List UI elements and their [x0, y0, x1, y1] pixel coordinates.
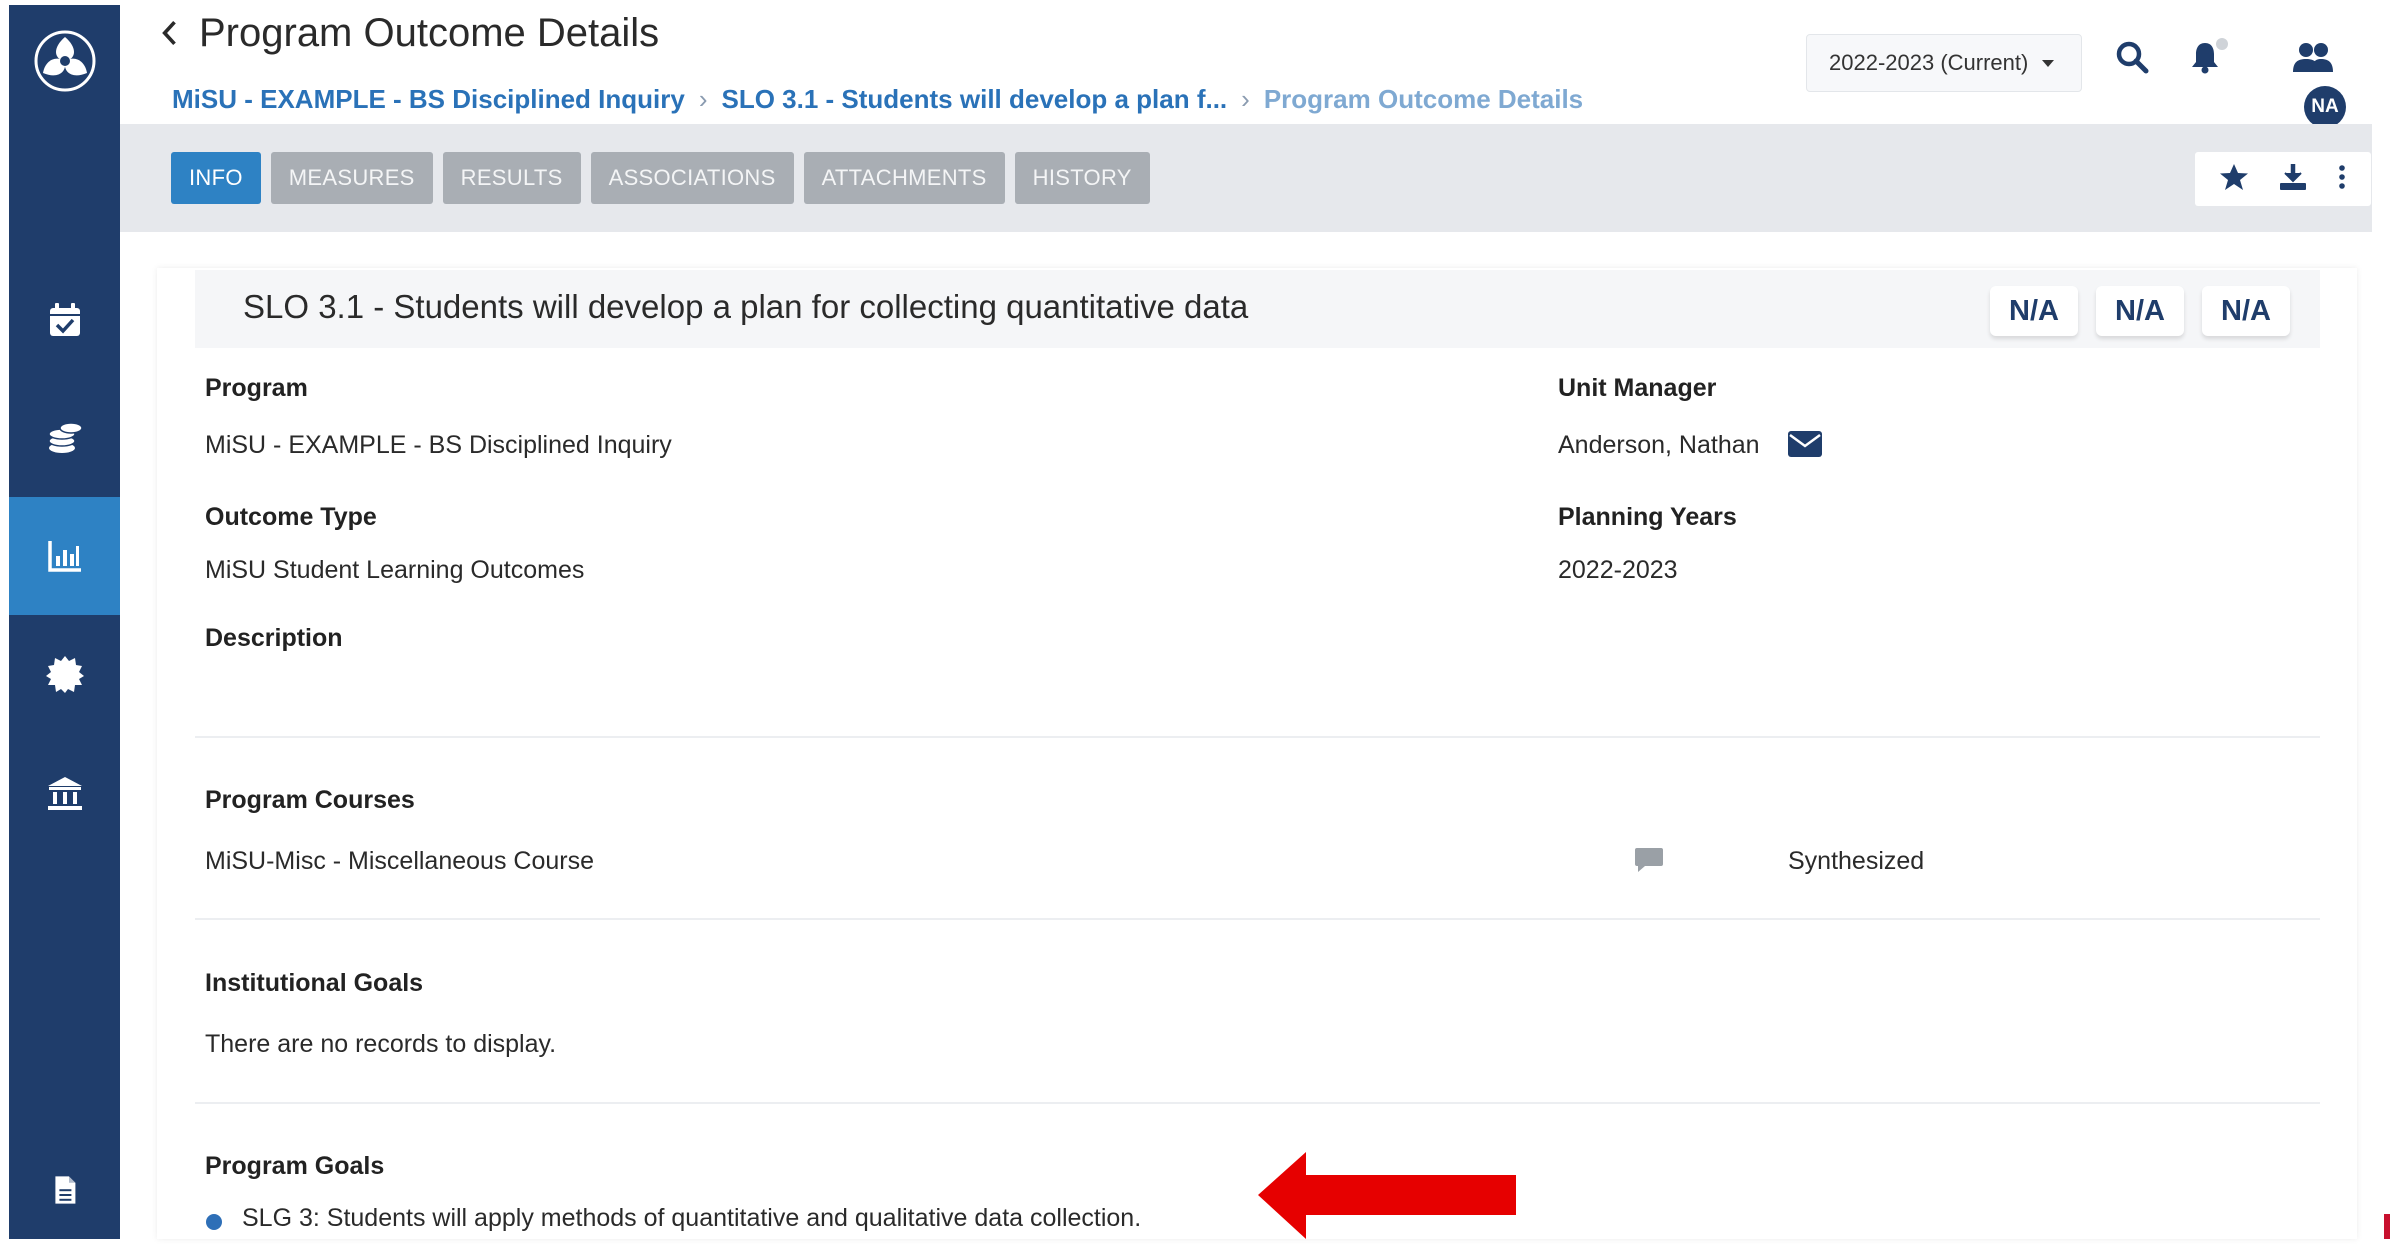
program-courses-label: Program Courses: [205, 786, 415, 814]
envelope-icon[interactable]: [1787, 430, 1823, 463]
institutional-goals-empty: There are no records to display.: [205, 1030, 557, 1058]
course-name: MiSU-Misc - Miscellaneous Course: [205, 847, 594, 875]
users-icon[interactable]: [2292, 42, 2334, 79]
download-icon[interactable]: [2278, 162, 2308, 197]
coins-icon: [47, 422, 83, 453]
calendar-check-icon: [49, 303, 80, 336]
sidebar-item-outcomes[interactable]: [9, 497, 120, 615]
planning-years-label: Planning Years: [1558, 503, 1737, 531]
status-badge: N/A: [1990, 286, 2078, 336]
annotation-arrow-icon: [1258, 1152, 1518, 1244]
gear-icon: [45, 656, 84, 693]
app-window: Program Outcome Details MiSU - EXAMPLE -…: [0, 0, 2390, 1239]
back-chevron-icon[interactable]: [155, 13, 185, 53]
breadcrumb-separator-icon: ›: [1241, 84, 1250, 114]
sidebar-item-documents[interactable]: [9, 1145, 120, 1235]
divider: [195, 1102, 2320, 1104]
description-label: Description: [205, 624, 343, 652]
sidebar-item-settings[interactable]: [9, 615, 120, 733]
bullet-icon: [206, 1214, 222, 1230]
year-selector[interactable]: 2022-2023 (Current): [1806, 34, 2082, 92]
breadcrumb: MiSU - EXAMPLE - BS Disciplined Inquiry …: [172, 84, 1583, 115]
divider: [195, 736, 2320, 738]
unit-manager-label: Unit Manager: [1558, 374, 1717, 402]
year-selector-value: 2022-2023 (Current): [1829, 50, 2029, 75]
planning-years-value: 2022-2023: [1558, 556, 1678, 584]
sidebar-item-budget[interactable]: [9, 379, 120, 497]
status-badge: N/A: [2096, 286, 2184, 336]
tab-associations[interactable]: ASSOCIATIONS: [590, 152, 794, 204]
divider: [195, 918, 2320, 920]
app-logo-icon[interactable]: [33, 29, 97, 93]
course-level: Synthesized: [1788, 847, 1925, 875]
search-icon[interactable]: [2115, 40, 2149, 79]
outcome-card: [157, 268, 2357, 1239]
notification-dot: [2216, 38, 2228, 50]
program-label: Program: [205, 374, 308, 402]
page-title: Program Outcome Details: [199, 10, 660, 55]
unit-manager-value: Anderson, Nathan: [1558, 431, 1760, 459]
page-header: Program Outcome Details: [155, 8, 659, 58]
edge-mark: [2384, 1214, 2390, 1239]
breadcrumb-outcome[interactable]: SLO 3.1 - Students will develop a plan f…: [722, 84, 1228, 115]
sidebar-item-institution[interactable]: [9, 735, 120, 853]
tabs: INFO MEASURES RESULTS ASSOCIATIONS ATTAC…: [171, 152, 1150, 204]
star-icon[interactable]: [2219, 162, 2249, 197]
caret-down-icon: [2042, 59, 2055, 67]
breadcrumb-separator-icon: ›: [698, 84, 708, 114]
breadcrumb-current: Program Outcome Details: [1263, 84, 1584, 114]
tab-info[interactable]: INFO: [171, 152, 261, 204]
more-vertical-icon[interactable]: [2337, 162, 2347, 197]
status-badge: N/A: [2202, 286, 2290, 336]
avatar[interactable]: NA: [2304, 86, 2346, 128]
breadcrumb-program[interactable]: MiSU - EXAMPLE - BS Disciplined Inquiry: [172, 84, 685, 115]
program-goals-label: Program Goals: [205, 1152, 385, 1180]
outcome-type-label: Outcome Type: [205, 503, 377, 531]
outcome-title: SLO 3.1 - Students will develop a plan f…: [243, 288, 1249, 325]
outcome-type-value: MiSU Student Learning Outcomes: [205, 556, 585, 584]
chart-bar-icon: [47, 541, 81, 572]
tab-attachments[interactable]: ATTACHMENTS: [803, 152, 1005, 204]
tab-measures[interactable]: MEASURES: [270, 152, 433, 204]
institutional-goals-label: Institutional Goals: [205, 969, 424, 997]
toolbar-actions: [2195, 152, 2371, 206]
file-icon: [54, 1176, 75, 1204]
program-value: MiSU - EXAMPLE - BS Disciplined Inquiry: [205, 431, 672, 459]
tab-history[interactable]: HISTORY: [1014, 152, 1150, 204]
sidebar-item-calendar[interactable]: [9, 261, 120, 379]
tab-results[interactable]: RESULTS: [442, 152, 581, 204]
institution-icon: [47, 777, 82, 810]
sidebar: [9, 5, 120, 1239]
comment-icon[interactable]: [1634, 846, 1664, 879]
program-goal-item: SLG 3: Students will apply methods of qu…: [242, 1204, 1142, 1232]
